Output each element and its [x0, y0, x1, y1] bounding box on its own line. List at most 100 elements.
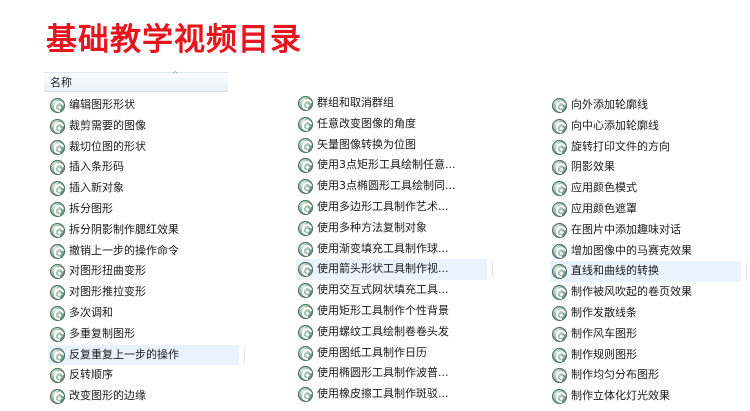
video-file-item[interactable]: 应用颜色模式	[550, 178, 741, 199]
video-file-item[interactable]: 制作风车图形	[550, 324, 741, 345]
video-file-item[interactable]: 制作规则图形	[550, 345, 741, 366]
video-file-icon	[552, 347, 567, 363]
video-file-item[interactable]: 增加图像中的马赛克效果	[550, 241, 741, 262]
video-file-icon	[552, 160, 567, 176]
video-file-label: 裁切位图的形状	[69, 139, 146, 153]
video-file-label: 拆分阴影制作腮红效果	[69, 222, 179, 236]
video-file-item[interactable]: 反转顺序	[48, 365, 239, 386]
video-file-label: 直线和曲线的转换	[571, 264, 659, 278]
video-file-item[interactable]: 使用螺纹工具绘制卷卷头发	[296, 322, 487, 343]
video-file-item[interactable]: 制作被风吹起的卷页效果	[550, 282, 741, 303]
video-file-item[interactable]: 多次调和	[48, 303, 239, 324]
video-file-label: 撤销上一步的操作命令	[69, 243, 179, 257]
video-file-icon	[298, 199, 313, 215]
column-header-label: 名称	[50, 76, 72, 89]
column-header-name[interactable]: 名称 ^	[44, 71, 228, 92]
video-file-icon	[298, 283, 313, 299]
video-file-icon	[298, 96, 313, 111]
file-list-column-3: 向外添加轮廓线 向中心添加轮廓线旋转打印文件的方向阴影效果应用颜色模式 应用颜色遮罩…	[550, 95, 747, 407]
video-file-icon	[552, 201, 567, 217]
video-file-item[interactable]: 在图片中添加趣味对话	[550, 220, 741, 241]
video-file-item[interactable]: 对图形扭曲变形	[48, 261, 239, 282]
video-file-item[interactable]: 群组和取消群组	[296, 93, 487, 114]
video-file-icon	[50, 243, 65, 259]
video-file-label: 制作发散线条	[571, 305, 637, 319]
video-file-icon	[50, 326, 65, 342]
video-file-label: 任意改变图像的角度	[317, 116, 416, 130]
video-file-label: 增加图像中的马赛克效果	[571, 243, 692, 257]
video-file-item[interactable]: 使用多边形工具制作艺术...	[296, 197, 487, 218]
video-file-item[interactable]: 制作发散线条	[550, 303, 741, 324]
video-file-icon	[50, 118, 65, 134]
video-file-item[interactable]: 旋转打印文件的方向	[550, 137, 741, 158]
video-file-item[interactable]: 编辑图形形状	[48, 95, 239, 116]
video-file-item[interactable]: 矢量图像转换为位图	[296, 135, 487, 156]
video-file-label: 反复重复上一步的操作	[69, 347, 179, 361]
video-file-item[interactable]: 插入新对象	[48, 178, 239, 199]
video-file-icon	[298, 303, 313, 319]
video-file-label: 制作规则图形	[571, 347, 637, 361]
video-file-item[interactable]: 反复重复上一步的操作	[48, 344, 245, 366]
video-file-label: 对图形推拉变形	[69, 285, 146, 299]
video-file-icon	[298, 324, 313, 340]
video-file-item[interactable]: 阴影效果	[550, 157, 741, 178]
video-file-item[interactable]: 拆分阴影制作腮红效果	[48, 220, 239, 241]
video-file-item[interactable]: 拆分图形	[48, 199, 239, 220]
video-file-item[interactable]: 制作均匀分布图形	[550, 365, 741, 386]
video-file-icon	[298, 366, 313, 382]
video-file-item[interactable]: 使用多种方法复制对象	[296, 218, 487, 239]
video-file-label: 使用螺纹工具绘制卷卷头发	[317, 324, 449, 338]
video-file-label: 反转顺序	[69, 368, 113, 382]
video-file-icon	[552, 285, 567, 301]
video-file-label: 阴影效果	[571, 160, 615, 174]
video-file-label: 向中心添加轮廓线	[571, 118, 659, 132]
video-file-icon	[50, 347, 65, 363]
video-file-item[interactable]: 多重复制图形	[48, 324, 239, 345]
video-file-item[interactable]: 向外添加轮廓线	[550, 95, 741, 116]
video-file-item[interactable]: 使用图纸工具制作日历	[296, 343, 487, 364]
video-file-item[interactable]: 使用交互式网状填充工具...	[296, 280, 487, 301]
video-file-item[interactable]: 任意改变图像的角度	[296, 114, 487, 135]
video-file-item[interactable]: 裁剪需要的图像	[48, 116, 239, 137]
video-file-label: 使用3点椭圆形工具绘制同...	[317, 179, 456, 193]
video-file-label: 对图形扭曲变形	[69, 264, 146, 278]
video-file-icon	[552, 389, 567, 405]
video-file-item[interactable]: 使用3点矩形工具绘制任意...	[296, 155, 487, 176]
video-file-label: 使用多边形工具制作艺术...	[317, 199, 449, 213]
video-file-icon	[552, 326, 567, 342]
video-file-item[interactable]: 使用3点椭圆形工具绘制同...	[296, 176, 487, 197]
video-file-icon	[50, 389, 65, 405]
video-file-label: 使用椭圆形工具制作波普...	[317, 366, 449, 380]
video-file-label: 应用颜色模式	[571, 181, 637, 195]
video-file-icon	[298, 262, 313, 278]
video-file-item[interactable]: 改变图形的边缘	[48, 386, 239, 407]
video-file-item[interactable]: 使用箭头形状工具制作视...	[296, 259, 493, 281]
video-file-label: 向外添加轮廓线	[571, 98, 648, 111]
video-file-item[interactable]: 使用椭圆形工具制作波普...	[296, 363, 487, 384]
video-file-label: 应用颜色遮罩	[571, 201, 637, 215]
video-file-icon	[50, 305, 65, 321]
video-file-label: 插入条形码	[69, 160, 124, 174]
video-file-label: 插入新对象	[69, 181, 124, 195]
video-file-icon	[298, 345, 313, 361]
video-file-item[interactable]: 撤销上一步的操作命令	[48, 241, 239, 262]
video-file-label: 裁剪需要的图像	[69, 118, 146, 132]
video-file-item[interactable]: 向中心添加轮廓线	[550, 116, 741, 137]
video-file-item[interactable]: 对图形推拉变形	[48, 282, 239, 303]
video-file-item[interactable]: 制作立体化灯光效果	[550, 386, 741, 407]
video-file-icon	[50, 139, 65, 155]
video-file-label: 多次调和	[69, 305, 113, 319]
video-file-item[interactable]: 应用颜色遮罩	[550, 199, 741, 220]
video-file-item[interactable]: 裁切位图的形状	[48, 137, 239, 158]
video-file-item[interactable]: 使用渐变填充工具制作球...	[296, 239, 487, 260]
video-file-label: 使用图纸工具制作日历	[317, 345, 427, 359]
video-file-item[interactable]: 使用矩形工具制作个性背景	[296, 301, 487, 322]
video-file-label: 使用交互式网状填充工具...	[317, 283, 449, 297]
video-file-icon	[298, 158, 313, 174]
video-file-icon	[298, 241, 313, 257]
video-file-label: 编辑图形形状	[69, 98, 135, 111]
video-file-item[interactable]: 直线和曲线的转换	[550, 261, 747, 283]
video-file-item[interactable]: 使用橡皮擦工具制作斑驳...	[296, 384, 487, 405]
video-file-item[interactable]: 插入条形码	[48, 157, 239, 178]
video-file-icon	[50, 181, 65, 197]
